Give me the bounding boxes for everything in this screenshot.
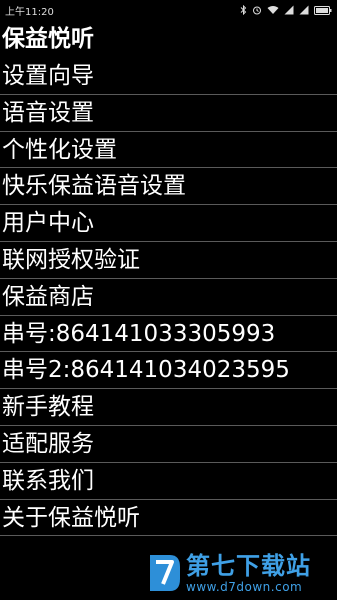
watermark: 第七下载站 www.d7down.com (146, 548, 336, 598)
menu-item-user-center[interactable]: 用户中心 (0, 205, 337, 242)
status-icons (240, 5, 332, 15)
alarm-icon (252, 5, 262, 15)
battery-icon (314, 5, 332, 15)
watermark-name: 第七下载站 (186, 551, 311, 580)
watermark-text: 第七下载站 www.d7down.com (186, 554, 311, 593)
menu-item-happy-voice-settings[interactable]: 快乐保益语音设置 (0, 168, 337, 206)
wifi-icon (267, 5, 279, 15)
main-menu: 设置向导 语音设置 个性化设置 快乐保益语音设置 用户中心 联网授权验证 保益商… (0, 58, 337, 537)
signal-icon (299, 5, 309, 15)
menu-item-store[interactable]: 保益商店 (0, 279, 337, 316)
menu-item-serial-1[interactable]: 串号:864141033305993 (0, 316, 337, 353)
menu-item-tutorial[interactable]: 新手教程 (0, 389, 337, 426)
watermark-url: www.d7down.com (186, 579, 303, 594)
menu-item-serial-2[interactable]: 串号2:864141034023595 (0, 352, 337, 390)
menu-item-contact-us[interactable]: 联系我们 (0, 463, 337, 500)
signal-icon (284, 5, 294, 15)
menu-item-setup-wizard[interactable]: 设置向导 (0, 58, 337, 95)
menu-item-online-authorization[interactable]: 联网授权验证 (0, 242, 337, 279)
status-bar: 上午11:20 (0, 0, 337, 20)
app-title: 保益悦听 (2, 26, 94, 52)
menu-item-voice-settings[interactable]: 语音设置 (0, 95, 337, 132)
menu-item-about[interactable]: 关于保益悦听 (0, 500, 337, 537)
menu-item-personalization[interactable]: 个性化设置 (0, 132, 337, 169)
menu-item-adaptation-service[interactable]: 适配服务 (0, 426, 337, 463)
d7-logo-icon (150, 555, 180, 591)
status-time: 上午11:20 (5, 6, 54, 18)
bluetooth-icon (240, 5, 247, 15)
